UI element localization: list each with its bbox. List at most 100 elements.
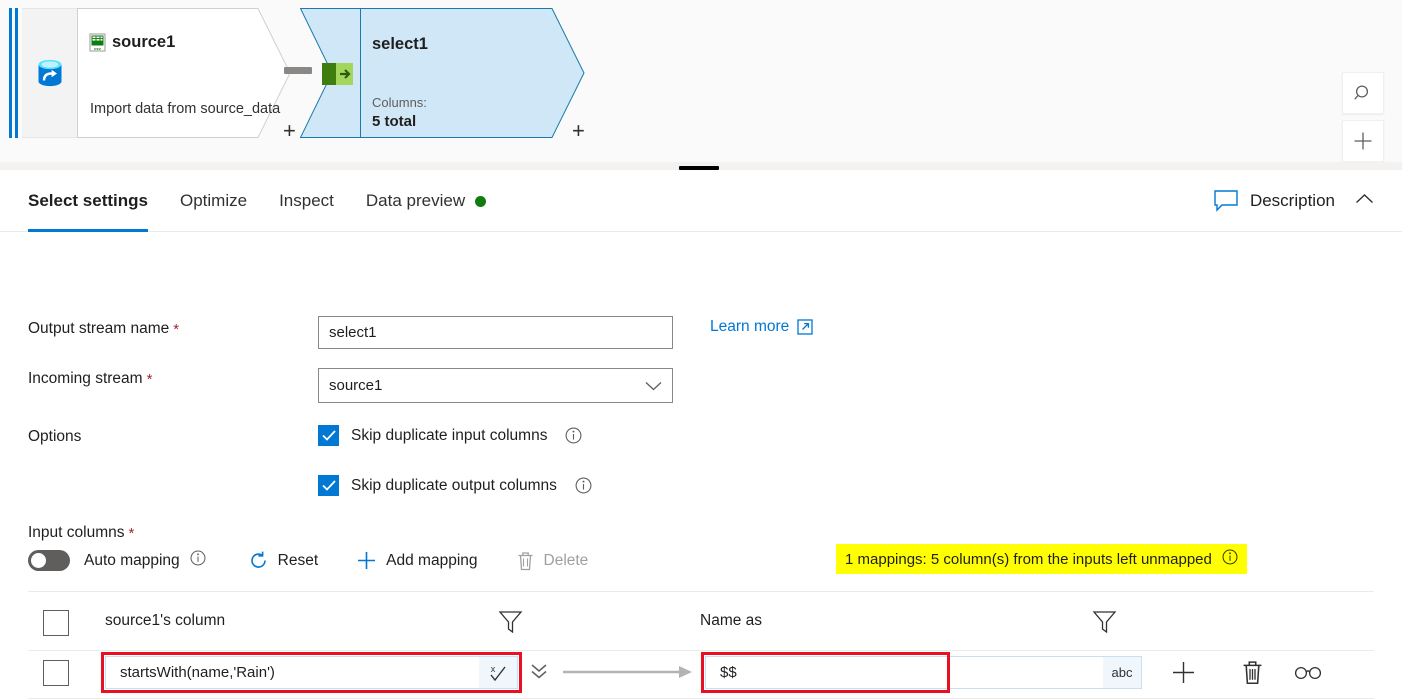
preview-button[interactable] bbox=[1293, 658, 1323, 686]
tab-optimize[interactable]: Optimize bbox=[164, 170, 263, 232]
output-stream-name-input[interactable]: select1 bbox=[318, 316, 673, 349]
delete-mapping-label: Delete bbox=[543, 551, 589, 569]
chevron-down-icon bbox=[645, 381, 662, 390]
learn-more-link[interactable]: Learn more bbox=[710, 318, 813, 336]
canvas-search-button[interactable] bbox=[1342, 72, 1384, 114]
incoming-stream-select[interactable]: source1 bbox=[318, 368, 673, 403]
unmapped-columns-banner: 1 mappings: 5 column(s) from the inputs … bbox=[836, 544, 1247, 574]
source-node-service-icon-area bbox=[22, 8, 77, 138]
panel-splitter[interactable] bbox=[0, 162, 1402, 170]
plus-icon bbox=[358, 552, 376, 569]
header-source-column-label: source1's column bbox=[105, 612, 226, 629]
input-columns-label: Input columns bbox=[28, 524, 125, 541]
incoming-stream-label: Incoming stream bbox=[28, 370, 143, 387]
skip-duplicate-input-columns-label: Skip duplicate input columns bbox=[351, 426, 548, 444]
azure-data-factory-icon bbox=[38, 59, 61, 87]
arrow-right-icon bbox=[563, 666, 692, 678]
expression-builder-button[interactable]: x bbox=[479, 657, 517, 688]
trash-icon bbox=[518, 551, 532, 570]
table-top-divider bbox=[28, 591, 1374, 592]
skip-duplicate-input-columns-row: Skip duplicate input columns bbox=[318, 425, 582, 446]
skip-duplicate-input-columns-checkbox[interactable] bbox=[318, 425, 339, 446]
select-transform-icon bbox=[322, 63, 353, 85]
tab-data-preview-label: Data preview bbox=[365, 191, 466, 210]
add-row-button[interactable] bbox=[1168, 656, 1198, 688]
refresh-icon bbox=[250, 551, 266, 568]
check-icon bbox=[321, 430, 336, 441]
svg-text:x: x bbox=[491, 664, 496, 674]
add-mapping-button[interactable]: Add mapping bbox=[356, 550, 478, 571]
external-link-icon bbox=[797, 319, 813, 335]
chevron-up-icon bbox=[1356, 194, 1373, 204]
source-expression-value: startsWith(name,'Rain') bbox=[120, 664, 275, 681]
filter-icon bbox=[1092, 611, 1117, 634]
info-icon bbox=[566, 427, 582, 444]
info-icon bbox=[190, 550, 206, 566]
canvas-node-select1[interactable]: select1 Columns: 5 total + bbox=[300, 8, 585, 142]
transformation-settings-panel: Select settings Optimize Inspect Data pr… bbox=[0, 170, 1402, 699]
tab-data-preview[interactable]: Data preview bbox=[350, 170, 502, 232]
data-flow-canvas[interactable]: csv source1 Import data from source_data… bbox=[0, 0, 1402, 168]
canvas-node-source1[interactable]: csv source1 Import data from source_data… bbox=[8, 8, 296, 142]
unmapped-columns-banner-info-icon[interactable] bbox=[1222, 549, 1238, 569]
panel-tabbar: Select settings Optimize Inspect Data pr… bbox=[0, 170, 1402, 232]
filter-icon bbox=[498, 611, 523, 634]
source-node-subtitle: Import data from source_data bbox=[90, 101, 281, 117]
incoming-stream-required: * bbox=[146, 370, 153, 388]
row-select-checkbox-cell bbox=[43, 660, 69, 686]
tab-inspect[interactable]: Inspect bbox=[263, 170, 350, 232]
name-as-type-button[interactable]: abc bbox=[1103, 657, 1141, 688]
check-icon bbox=[321, 480, 336, 491]
output-stream-name-field-row: select1 bbox=[318, 316, 673, 349]
data-preview-status-dot bbox=[475, 195, 487, 207]
unmapped-columns-banner-row: 1 mappings: 5 column(s) from the inputs … bbox=[836, 544, 1247, 574]
source-node-add-button[interactable]: + bbox=[283, 120, 296, 142]
table-row-checkbox[interactable] bbox=[43, 660, 69, 686]
panel-tabs: Select settings Optimize Inspect Data pr… bbox=[28, 170, 502, 232]
select-node-add-button[interactable]: + bbox=[572, 120, 585, 142]
skip-duplicate-input-columns-info-icon[interactable] bbox=[565, 427, 582, 444]
description-label[interactable]: Description bbox=[1250, 191, 1335, 211]
skip-duplicate-output-columns-info-icon[interactable] bbox=[575, 477, 592, 494]
name-as-field[interactable]: $$ abc bbox=[705, 656, 1142, 689]
svg-text:csv: csv bbox=[94, 46, 101, 51]
select-node-columns-label: Columns: bbox=[372, 95, 427, 110]
double-chevron-down-icon bbox=[531, 664, 547, 679]
expression-builder-icon: x bbox=[490, 664, 506, 681]
mapping-arrow bbox=[563, 662, 693, 687]
auto-mapping-info-icon[interactable] bbox=[190, 550, 206, 571]
panel-collapse-button[interactable] bbox=[1347, 188, 1382, 214]
output-stream-name-required: * bbox=[173, 320, 180, 338]
auto-mapping-label: Auto mapping bbox=[84, 551, 180, 569]
header-source-filter-button[interactable] bbox=[498, 609, 523, 635]
unmapped-columns-banner-text: 1 mappings: 5 column(s) from the inputs … bbox=[845, 550, 1212, 568]
input-columns-required: * bbox=[128, 524, 135, 542]
reset-label: Reset bbox=[277, 551, 319, 569]
skip-duplicate-output-columns-checkbox[interactable] bbox=[318, 475, 339, 496]
csv-file-icon: csv bbox=[89, 33, 106, 52]
learn-more-label: Learn more bbox=[710, 318, 790, 335]
search-icon bbox=[1353, 84, 1368, 100]
canvas-add-button[interactable] bbox=[1342, 120, 1384, 162]
description-group: Description bbox=[1214, 170, 1382, 232]
auto-mapping-toggle[interactable] bbox=[28, 550, 70, 571]
skip-duplicate-output-columns-label: Skip duplicate output columns bbox=[351, 476, 557, 494]
source-expression-field[interactable]: startsWith(name,'Rain') x bbox=[105, 656, 518, 689]
incoming-stream-field-row: source1 bbox=[318, 368, 673, 403]
source-node-title-row: csv source1 bbox=[89, 33, 175, 52]
delete-row-button[interactable] bbox=[1237, 656, 1267, 688]
tab-inspect-label: Inspect bbox=[279, 191, 334, 210]
source-node-title: source1 bbox=[112, 33, 176, 51]
header-name-as-filter-button[interactable] bbox=[1092, 609, 1117, 635]
row-expand-button[interactable] bbox=[528, 660, 550, 682]
add-mapping-label: Add mapping bbox=[386, 551, 478, 569]
table-header-divider bbox=[28, 650, 1374, 651]
select-all-checkbox[interactable] bbox=[43, 610, 69, 636]
info-icon bbox=[575, 477, 592, 494]
tab-optimize-label: Optimize bbox=[180, 191, 248, 210]
reset-button[interactable]: Reset bbox=[248, 550, 319, 571]
select-node-columns-value: 5 total bbox=[372, 113, 417, 130]
tab-select-settings[interactable]: Select settings bbox=[28, 170, 164, 232]
name-as-value: $$ bbox=[720, 664, 737, 681]
plus-icon bbox=[1354, 132, 1372, 150]
